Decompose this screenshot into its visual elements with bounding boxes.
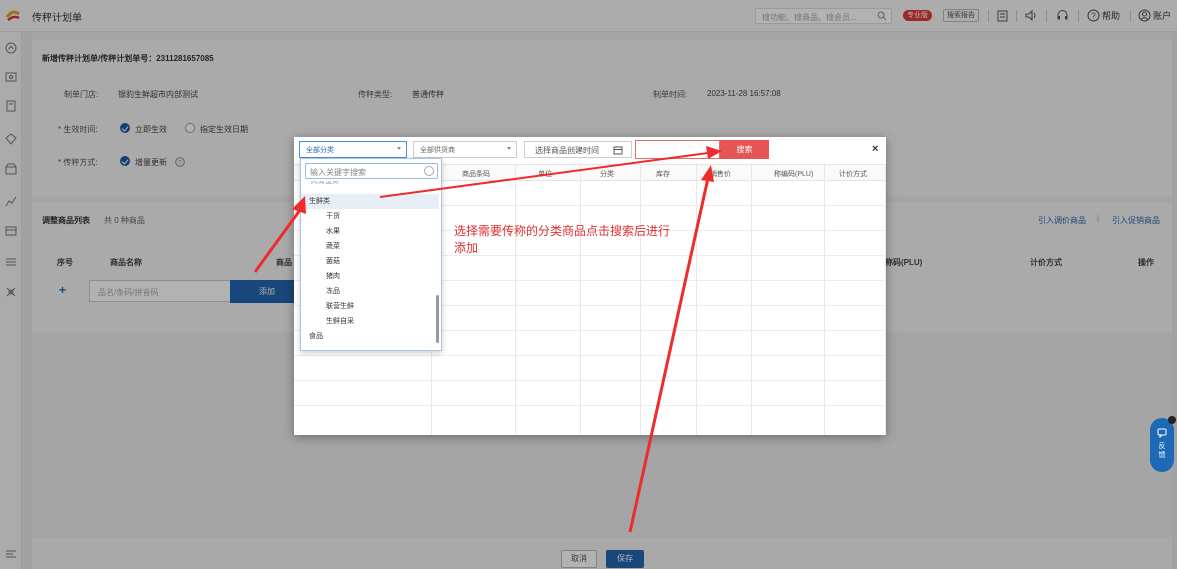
col-barcode: 商品条码 [462, 171, 490, 178]
category-dropdown: 输入关键字搜索 肉禽蛋类 生鲜类 干货 水果 蔬菜 菌菇 猪肉 冻品 联营生鲜 … [300, 158, 442, 351]
chat-icon [1157, 428, 1167, 438]
dropdown-item[interactable]: 联营生鲜 [301, 299, 439, 314]
col-stock: 库存 [656, 171, 670, 178]
col-plu: 称编码(PLU) [774, 171, 814, 178]
col-category: 分类 [600, 171, 614, 178]
category-select[interactable]: 全部分类 [299, 141, 407, 158]
dropdown-item-partial[interactable]: 肉禽蛋类 [301, 181, 439, 189]
feedback-float-button[interactable]: 反馈 [1150, 416, 1176, 472]
supplier-select[interactable]: 全部供货商 [413, 141, 517, 158]
dropdown-item[interactable]: 冻品 [301, 284, 439, 299]
search-button[interactable]: 搜索 [720, 140, 769, 159]
dropdown-scrollbar[interactable] [436, 295, 439, 343]
feedback-label: 反馈 [1158, 443, 1166, 459]
annotation-text: 选择需要传称的分类商品点击搜索后进行 添加 [454, 224, 671, 255]
close-icon[interactable]: × [872, 143, 878, 155]
dropdown-item[interactable]: 干货 [301, 209, 439, 224]
col-unit: 单位 [538, 171, 552, 178]
col-pricing: 计价方式 [839, 171, 867, 178]
dropdown-item[interactable]: 菌菇 [301, 254, 439, 269]
col-price: 销售价 [710, 171, 731, 178]
calendar-icon [613, 146, 623, 155]
keyword-input[interactable] [635, 140, 720, 159]
chevron-down-icon [507, 147, 511, 150]
dropdown-item[interactable]: 蔬菜 [301, 239, 439, 254]
dropdown-item-fresh[interactable]: 生鲜类 [301, 194, 439, 209]
dropdown-item[interactable]: 猪肉 [301, 269, 439, 284]
dropdown-item-food[interactable]: 食品 [301, 329, 439, 344]
dropdown-item[interactable]: 生鲜自采 [301, 314, 439, 329]
dropdown-search-input[interactable]: 输入关键字搜索 [305, 163, 438, 179]
chevron-down-icon [397, 147, 401, 150]
close-icon[interactable] [1168, 416, 1176, 424]
create-date-picker[interactable]: 选择商品创建时间 [524, 141, 632, 158]
clear-icon[interactable] [424, 166, 434, 176]
dropdown-item[interactable]: 水果 [301, 224, 439, 239]
